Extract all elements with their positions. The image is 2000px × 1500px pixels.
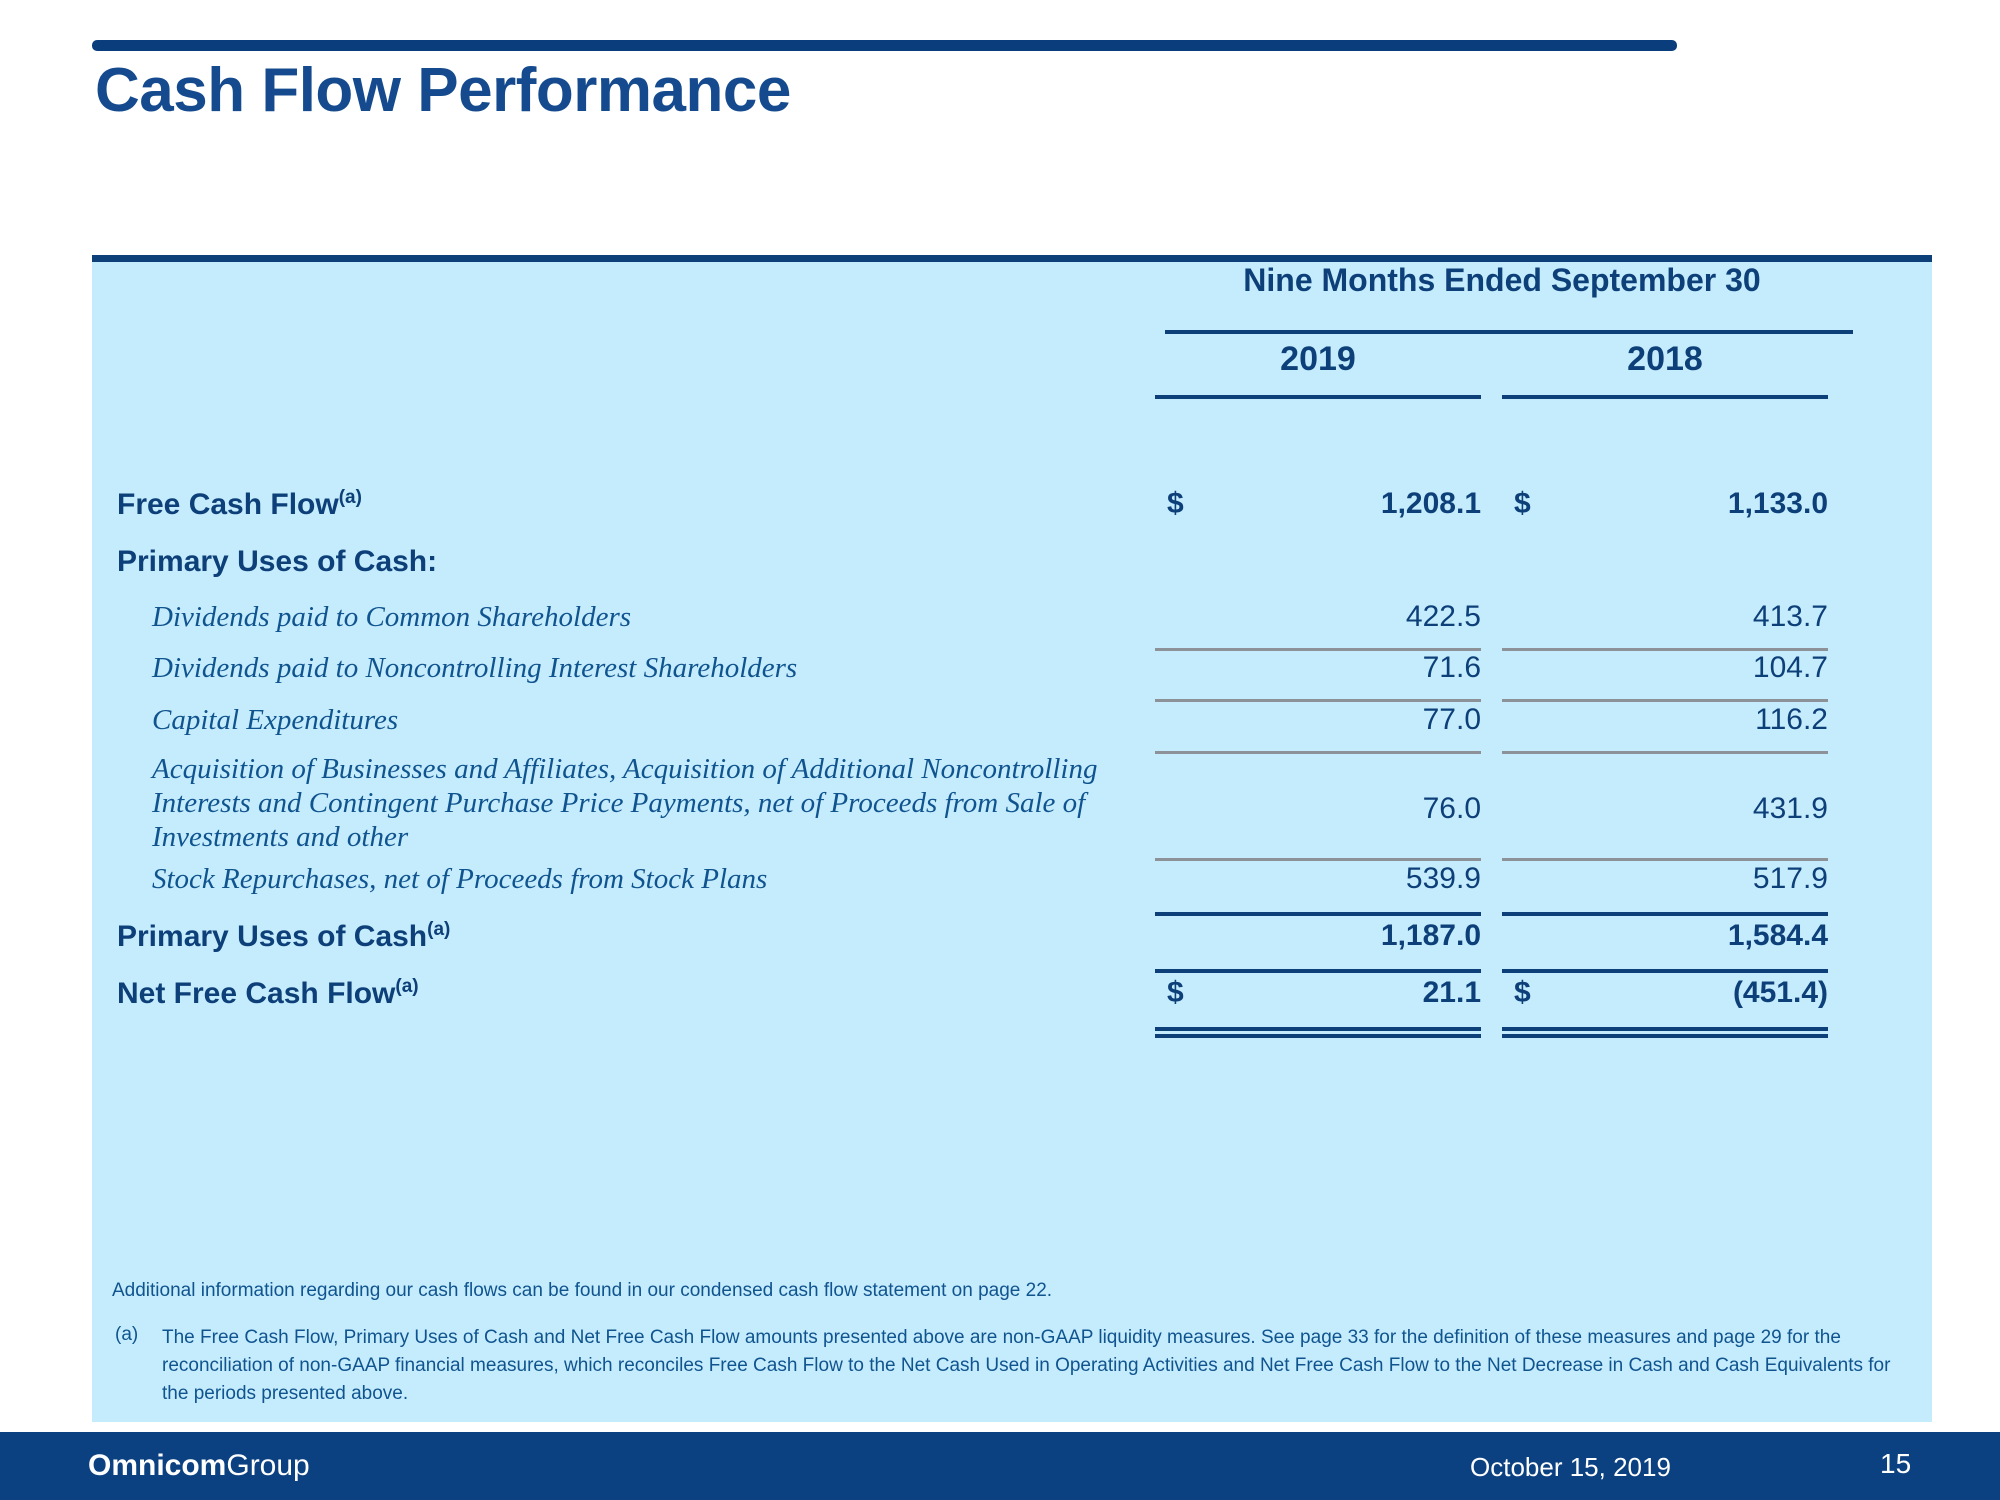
logo-light-text: Group — [226, 1449, 310, 1482]
footnote-marker: (a) — [395, 976, 419, 997]
row-separator-2019 — [1155, 699, 1481, 702]
footnote-note-a: The Free Cash Flow, Primary Uses of Cash… — [162, 1327, 1891, 1405]
page-title: Cash Flow Performance — [95, 56, 791, 125]
value-2018: 104.7 — [1752, 651, 1828, 684]
title-divider — [92, 40, 1677, 51]
value-2018: 431.9 — [1752, 792, 1828, 825]
value-2018: 1,133.0 — [1727, 487, 1828, 520]
row-label-capital-expenditures: Capital Expenditures — [152, 704, 399, 736]
footnote-marker: (a) — [338, 487, 362, 508]
total-rule-2019 — [1155, 912, 1481, 916]
value-2019: 21.1 — [1422, 976, 1481, 1009]
footnote-marker-a: (a) — [115, 1324, 139, 1345]
footer-date: October 15, 2019 — [1470, 1452, 1671, 1482]
total-rule-2018 — [1502, 912, 1828, 916]
group-header-rule — [1165, 330, 1853, 334]
row-separator-2019 — [1155, 858, 1481, 861]
value-2018: (451.4) — [1732, 976, 1828, 1009]
row-separator-2019 — [1155, 751, 1481, 754]
row-label-acquisitions: Acquisition of Businesses and Affiliates… — [152, 753, 1098, 854]
row-separator-2018 — [1502, 699, 1828, 702]
double-rule-2019 — [1155, 1027, 1481, 1038]
row-label-text: Free Cash Flow — [117, 488, 339, 521]
value-2018: 517.9 — [1752, 862, 1828, 895]
row-label-primary-uses-heading: Primary Uses of Cash: — [117, 545, 438, 578]
footnote-main: Additional information regarding our cas… — [112, 1280, 1053, 1301]
value-2018: 116.2 — [1755, 703, 1828, 736]
row-separator-2018 — [1502, 751, 1828, 754]
row-label-text: Net Free Cash Flow — [117, 977, 396, 1010]
column-header-2019: 2019 — [1280, 340, 1356, 378]
double-rule-2018 — [1502, 1027, 1828, 1038]
footer-bar: OmnicomGroup October 15, 2019 15 — [0, 1432, 2000, 1500]
value-2019: 76.0 — [1422, 792, 1481, 825]
value-2018: 413.7 — [1752, 600, 1828, 633]
value-2019: 422.5 — [1405, 600, 1481, 633]
column-header-rule-2018 — [1502, 395, 1828, 399]
row-label-dividends-common: Dividends paid to Common Shareholders — [152, 601, 632, 633]
row-label-stock-repurchases: Stock Repurchases, net of Proceeds from … — [152, 863, 768, 895]
row-separator-2018 — [1502, 858, 1828, 861]
value-2019: 71.6 — [1422, 651, 1481, 684]
logo-bold-text: Omnicom — [88, 1449, 227, 1482]
omnicom-group-logo: OmnicomGroup — [88, 1449, 310, 1483]
value-2019: 539.9 — [1405, 862, 1481, 895]
slide: Cash Flow Performance Nine Months Ended … — [0, 0, 2000, 1500]
value-2019: 77.0 — [1422, 703, 1481, 736]
value-2019: 1,187.0 — [1380, 919, 1481, 952]
footer-page-number: 15 — [1880, 1448, 1912, 1479]
content-panel: Nine Months Ended September 30 2019 2018… — [92, 262, 1932, 1422]
column-header-rule-2019 — [1155, 395, 1481, 399]
row-label-free-cash-flow: Free Cash Flow(a) — [117, 487, 362, 522]
total-rule-2019 — [1155, 969, 1481, 973]
panel-top-divider — [92, 255, 1932, 262]
table-group-header: Nine Months Ended September 30 — [1243, 262, 1761, 298]
row-label-net-free-cash-flow: Net Free Cash Flow(a) — [117, 976, 419, 1011]
value-2019: 1,208.1 — [1380, 487, 1481, 520]
row-label-dividends-noncontrolling: Dividends paid to Noncontrolling Interes… — [152, 652, 798, 684]
column-header-2018: 2018 — [1627, 340, 1703, 378]
footnote-marker: (a) — [427, 919, 451, 940]
row-label-primary-uses-total: Primary Uses of Cash(a) — [117, 919, 450, 954]
total-rule-2018 — [1502, 969, 1828, 973]
value-2018: 1,584.4 — [1727, 919, 1828, 952]
row-label-text: Primary Uses of Cash — [117, 920, 428, 953]
